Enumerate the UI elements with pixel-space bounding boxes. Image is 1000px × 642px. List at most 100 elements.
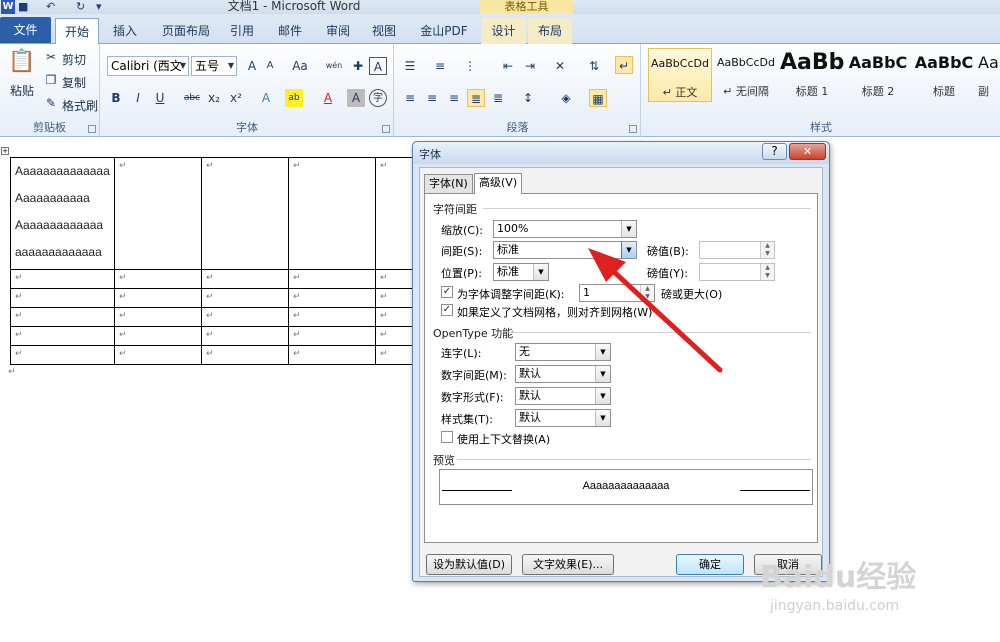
table-cell[interactable]: ↵ [114, 157, 202, 270]
table-cell[interactable]: Aaaaaaaaaaaaaa Aaaaaaaaaaa Aaaaaaaaaaaaa… [10, 157, 115, 270]
table-cell[interactable]: ↵ [201, 326, 289, 346]
underline-icon[interactable]: U [151, 89, 169, 107]
table-cell[interactable]: ↵ [201, 269, 289, 289]
table-cell[interactable]: ↵ [375, 157, 416, 270]
paste-icon[interactable]: 📋 [8, 48, 36, 76]
tab-insert[interactable]: 插入 [103, 18, 147, 44]
tab-page-layout[interactable]: 页面布局 [155, 18, 217, 44]
tab-file[interactable]: 文件 [0, 17, 51, 43]
spacing-select[interactable]: 标准 ▼ [493, 241, 637, 259]
stylistic-sets-select[interactable]: 默认 ▼ [515, 409, 611, 427]
position-select[interactable]: 标准 ▼ [493, 263, 549, 281]
tab-home[interactable]: 开始 [55, 18, 99, 45]
tab-mailings[interactable]: 邮件 [270, 18, 310, 44]
tab-design[interactable]: 设计 [481, 18, 526, 44]
table-cell[interactable]: ↵ [288, 307, 376, 327]
tab-layout[interactable]: 布局 [528, 18, 572, 44]
grow-font-icon[interactable]: A [243, 57, 261, 75]
highlight-icon[interactable]: ab [285, 89, 303, 107]
style-title[interactable]: AaBbC 标题 [912, 48, 976, 102]
multilevel-list-icon[interactable]: ⋮ [461, 57, 479, 75]
tab-advanced[interactable]: 高级(V) [474, 173, 523, 194]
table-move-handle-icon[interactable]: + [1, 147, 9, 155]
tab-font[interactable]: 字体(N) [424, 174, 473, 193]
kerning-checkbox[interactable]: ✓ [441, 286, 453, 298]
bold-icon[interactable]: B [107, 89, 125, 107]
scale-select[interactable]: 100% ▼ [493, 220, 637, 238]
table-cell[interactable]: ↵ [375, 269, 416, 289]
justify-icon[interactable]: ≣ [467, 89, 485, 107]
style-subtitle[interactable]: Aa 副 [978, 48, 1000, 102]
table-cell[interactable]: ↵ [10, 269, 115, 289]
number-spacing-select[interactable]: 默认 ▼ [515, 365, 611, 383]
spacing-by-input[interactable]: ▲ ▼ [699, 241, 775, 259]
align-right-icon[interactable]: ≡ [445, 89, 463, 107]
font-size-combo[interactable]: 五号 ▼ [191, 56, 237, 76]
table-cell[interactable]: ↵ [10, 345, 115, 365]
table-cell[interactable]: ↵ [375, 288, 416, 308]
table-cell[interactable]: ↵ [375, 307, 416, 327]
table-cell[interactable]: ↵ [288, 345, 376, 365]
table-cell[interactable]: ↵ [375, 345, 416, 365]
table-cell[interactable]: ↵ [114, 307, 202, 327]
char-shading-icon[interactable]: A [347, 89, 365, 107]
table-cell[interactable]: ↵ [10, 326, 115, 346]
tab-review[interactable]: 审阅 [318, 18, 358, 44]
table-cell[interactable]: ↵ [201, 288, 289, 308]
copy-icon[interactable]: ❐ [42, 71, 60, 89]
font-launcher-icon[interactable] [382, 125, 390, 133]
tab-view[interactable]: 视图 [364, 18, 404, 44]
table-cell[interactable]: ↵ [114, 269, 202, 289]
change-case-icon[interactable]: Aa [289, 57, 311, 75]
char-border-icon[interactable]: A [369, 57, 387, 75]
number-forms-select[interactable]: 默认 ▼ [515, 387, 611, 405]
table-cell[interactable]: ↵ [114, 345, 202, 365]
paste-button[interactable]: 粘贴 [10, 82, 34, 99]
style-heading-2[interactable]: AaBbC 标题 2 [846, 48, 910, 102]
table-cell[interactable]: ↵ [10, 288, 115, 308]
style-no-spacing[interactable]: AaBbCcDd ↵ 无间隔 [714, 48, 778, 102]
contextual-alternates-checkbox[interactable] [441, 431, 453, 443]
distribute-icon[interactable]: ≣ [489, 89, 507, 107]
line-spacing-icon[interactable]: ↕ [519, 89, 537, 107]
enclose-char-icon[interactable]: 字 [369, 89, 387, 107]
style-normal[interactable]: AaBbCcDd ↵ 正文 [648, 48, 712, 102]
subscript-icon[interactable]: x₂ [205, 89, 223, 107]
table-cell[interactable]: ↵ [288, 157, 376, 270]
clear-format-icon[interactable]: ✚ [349, 57, 367, 75]
numbering-icon[interactable]: ≡ [431, 57, 449, 75]
clipboard-launcher-icon[interactable] [88, 125, 96, 133]
copy-button[interactable]: 复制 [62, 74, 86, 91]
table-cell[interactable]: ↵ [201, 345, 289, 365]
italic-icon[interactable]: I [129, 89, 147, 107]
table-cell[interactable]: ↵ [375, 326, 416, 346]
show-marks-icon[interactable]: ↵ [615, 56, 633, 74]
dialog-title-bar[interactable]: 字体 ? ✕ [413, 142, 829, 164]
position-by-input[interactable]: ▲ ▼ [699, 263, 775, 281]
cut-icon[interactable]: ✂ [42, 48, 60, 66]
bullets-icon[interactable]: ☰ [401, 57, 419, 75]
close-button[interactable]: ✕ [789, 143, 826, 160]
tab-jinshan-pdf[interactable]: 金山PDF [411, 18, 477, 44]
kerning-input[interactable]: 1 ▲ ▼ [579, 284, 655, 302]
spinner-icon[interactable]: ▲ ▼ [640, 285, 654, 301]
table-cell[interactable]: ↵ [10, 307, 115, 327]
format-painter-icon[interactable]: ✎ [42, 94, 60, 112]
shading-icon[interactable]: ◈ [557, 89, 575, 107]
superscript-icon[interactable]: x² [227, 89, 245, 107]
ligatures-select[interactable]: 无 ▼ [515, 343, 611, 361]
decrease-indent-icon[interactable]: ⇤ [499, 57, 517, 75]
spinner-icon[interactable]: ▲ ▼ [760, 264, 774, 280]
snap-grid-checkbox[interactable]: ✓ [441, 304, 453, 316]
table-cell[interactable]: ↵ [288, 288, 376, 308]
table-cell[interactable]: ↵ [201, 307, 289, 327]
table-cell[interactable]: ↵ [114, 288, 202, 308]
table-cell[interactable]: ↵ [201, 157, 289, 270]
increase-indent-icon[interactable]: ⇥ [521, 57, 539, 75]
table-cell[interactable]: ↵ [114, 326, 202, 346]
sort-icon[interactable]: ⇅ [585, 57, 603, 75]
text-effects-button[interactable]: 文字效果(E)... [522, 554, 614, 575]
table-cell[interactable]: ↵ [288, 326, 376, 346]
table-cell[interactable]: ↵ [288, 269, 376, 289]
font-color-icon[interactable]: A [319, 89, 337, 107]
